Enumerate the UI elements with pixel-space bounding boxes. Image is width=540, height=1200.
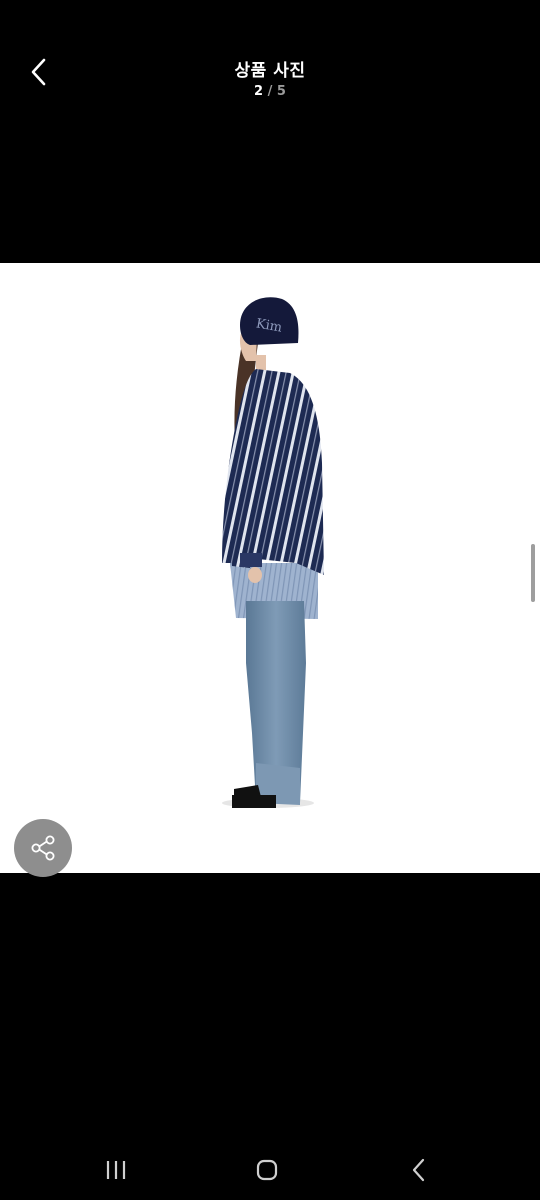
recent-apps-button[interactable]: [76, 1140, 156, 1200]
counter-total: 5: [276, 84, 286, 99]
system-back-button[interactable]: [379, 1140, 459, 1200]
header-bar: 상품 사진 2 / 5: [0, 0, 540, 120]
image-counter: 2 / 5: [0, 84, 540, 99]
share-button[interactable]: [14, 819, 72, 877]
counter-current: 2: [254, 84, 264, 99]
home-button[interactable]: [227, 1140, 307, 1200]
page-title: 상품 사진: [234, 61, 306, 81]
share-icon: [31, 835, 55, 861]
home-icon: [256, 1159, 278, 1181]
product-photo[interactable]: Kim: [0, 263, 540, 873]
counter-separator: /: [267, 84, 273, 99]
system-navigation-bar: [0, 1140, 540, 1200]
recent-apps-icon: [106, 1161, 126, 1179]
back-icon: [412, 1158, 425, 1182]
scroll-indicator[interactable]: [531, 544, 535, 602]
